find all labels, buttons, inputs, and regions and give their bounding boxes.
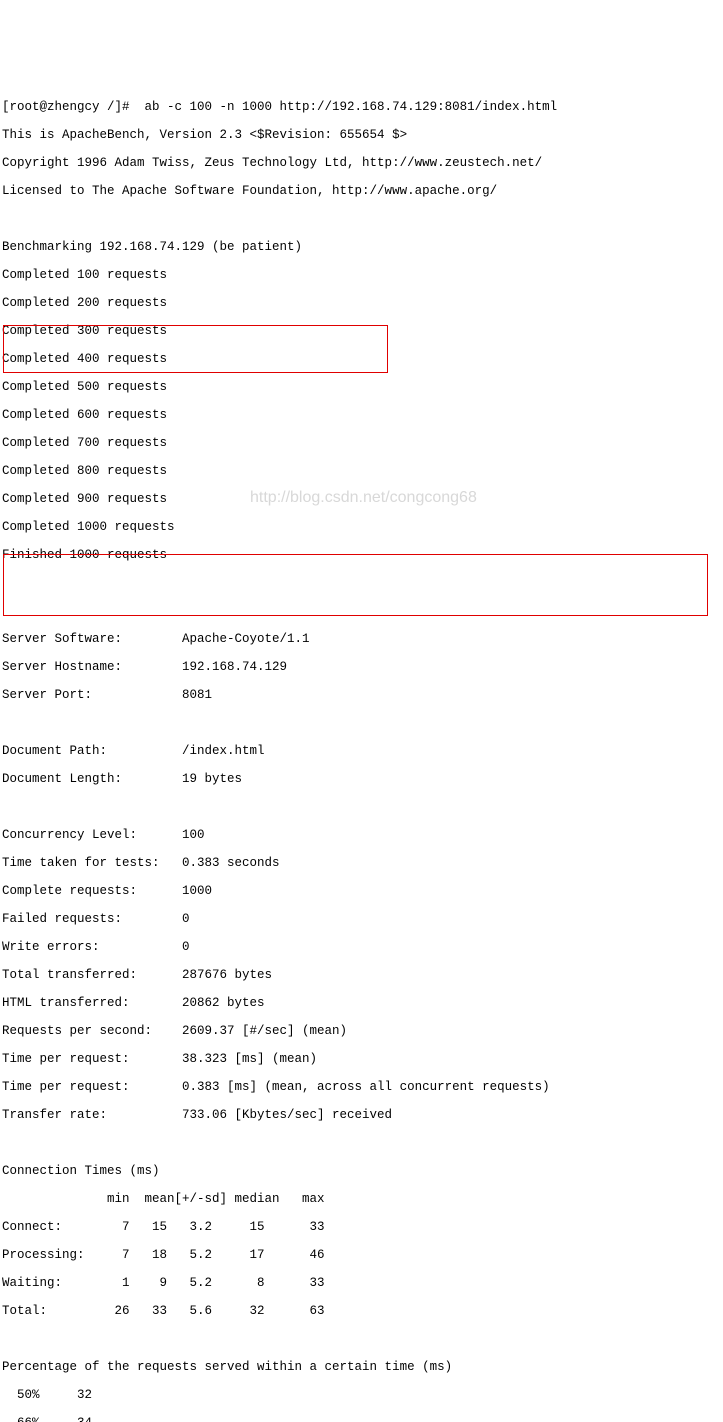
connection-times-waiting: Waiting: 1 9 5.2 8 33 bbox=[2, 1276, 723, 1290]
progress-line: Completed 300 requests bbox=[2, 324, 723, 338]
terminal-output: [root@zhengcy /]# ab -c 100 -n 1000 http… bbox=[2, 86, 723, 1422]
blank-line bbox=[2, 1136, 723, 1150]
requests-per-second: Requests per second: 2609.37 [#/sec] (me… bbox=[2, 1024, 723, 1038]
document-path: Document Path: /index.html bbox=[2, 744, 723, 758]
blank-line bbox=[2, 1332, 723, 1346]
blank-line bbox=[2, 800, 723, 814]
html-transferred: HTML transferred: 20862 bytes bbox=[2, 996, 723, 1010]
time-per-request-mean: Time per request: 38.323 [ms] (mean) bbox=[2, 1052, 723, 1066]
connection-times-columns: min mean[+/-sd] median max bbox=[2, 1192, 723, 1206]
progress-line: Completed 700 requests bbox=[2, 436, 723, 450]
write-errors: Write errors: 0 bbox=[2, 940, 723, 954]
time-taken: Time taken for tests: 0.383 seconds bbox=[2, 856, 723, 870]
blank-line bbox=[2, 212, 723, 226]
percentile-line: 50% 32 bbox=[2, 1388, 723, 1402]
percentage-header: Percentage of the requests served within… bbox=[2, 1360, 723, 1374]
concurrency-level: Concurrency Level: 100 bbox=[2, 828, 723, 842]
progress-line: Completed 100 requests bbox=[2, 268, 723, 282]
server-port: Server Port: 8081 bbox=[2, 688, 723, 702]
progress-line: Completed 200 requests bbox=[2, 296, 723, 310]
connection-times-header: Connection Times (ms) bbox=[2, 1164, 723, 1178]
failed-requests: Failed requests: 0 bbox=[2, 912, 723, 926]
benchmarking-line: Benchmarking 192.168.74.129 (be patient) bbox=[2, 240, 723, 254]
connection-times-total: Total: 26 33 5.6 32 63 bbox=[2, 1304, 723, 1318]
banner-line: Copyright 1996 Adam Twiss, Zeus Technolo… bbox=[2, 156, 723, 170]
command-line: [root@zhengcy /]# ab -c 100 -n 1000 http… bbox=[2, 100, 723, 114]
progress-line: Completed 600 requests bbox=[2, 408, 723, 422]
blank-line bbox=[2, 716, 723, 730]
progress-line: Completed 500 requests bbox=[2, 380, 723, 394]
progress-line: Completed 800 requests bbox=[2, 464, 723, 478]
connection-times-processing: Processing: 7 18 5.2 17 46 bbox=[2, 1248, 723, 1262]
percentile-line: 66% 34 bbox=[2, 1416, 723, 1422]
connection-times-connect: Connect: 7 15 3.2 15 33 bbox=[2, 1220, 723, 1234]
time-per-request-across: Time per request: 0.383 [ms] (mean, acro… bbox=[2, 1080, 723, 1094]
server-software: Server Software: Apache-Coyote/1.1 bbox=[2, 632, 723, 646]
server-hostname: Server Hostname: 192.168.74.129 bbox=[2, 660, 723, 674]
blank-line bbox=[2, 604, 723, 618]
document-length: Document Length: 19 bytes bbox=[2, 772, 723, 786]
blank-line bbox=[2, 576, 723, 590]
progress-line: Completed 400 requests bbox=[2, 352, 723, 366]
banner-line: This is ApacheBench, Version 2.3 <$Revis… bbox=[2, 128, 723, 142]
finished-line: Finished 1000 requests bbox=[2, 548, 723, 562]
banner-line: Licensed to The Apache Software Foundati… bbox=[2, 184, 723, 198]
total-transferred: Total transferred: 287676 bytes bbox=[2, 968, 723, 982]
transfer-rate: Transfer rate: 733.06 [Kbytes/sec] recei… bbox=[2, 1108, 723, 1122]
complete-requests: Complete requests: 1000 bbox=[2, 884, 723, 898]
progress-line: Completed 1000 requests bbox=[2, 520, 723, 534]
progress-line: Completed 900 requests bbox=[2, 492, 723, 506]
